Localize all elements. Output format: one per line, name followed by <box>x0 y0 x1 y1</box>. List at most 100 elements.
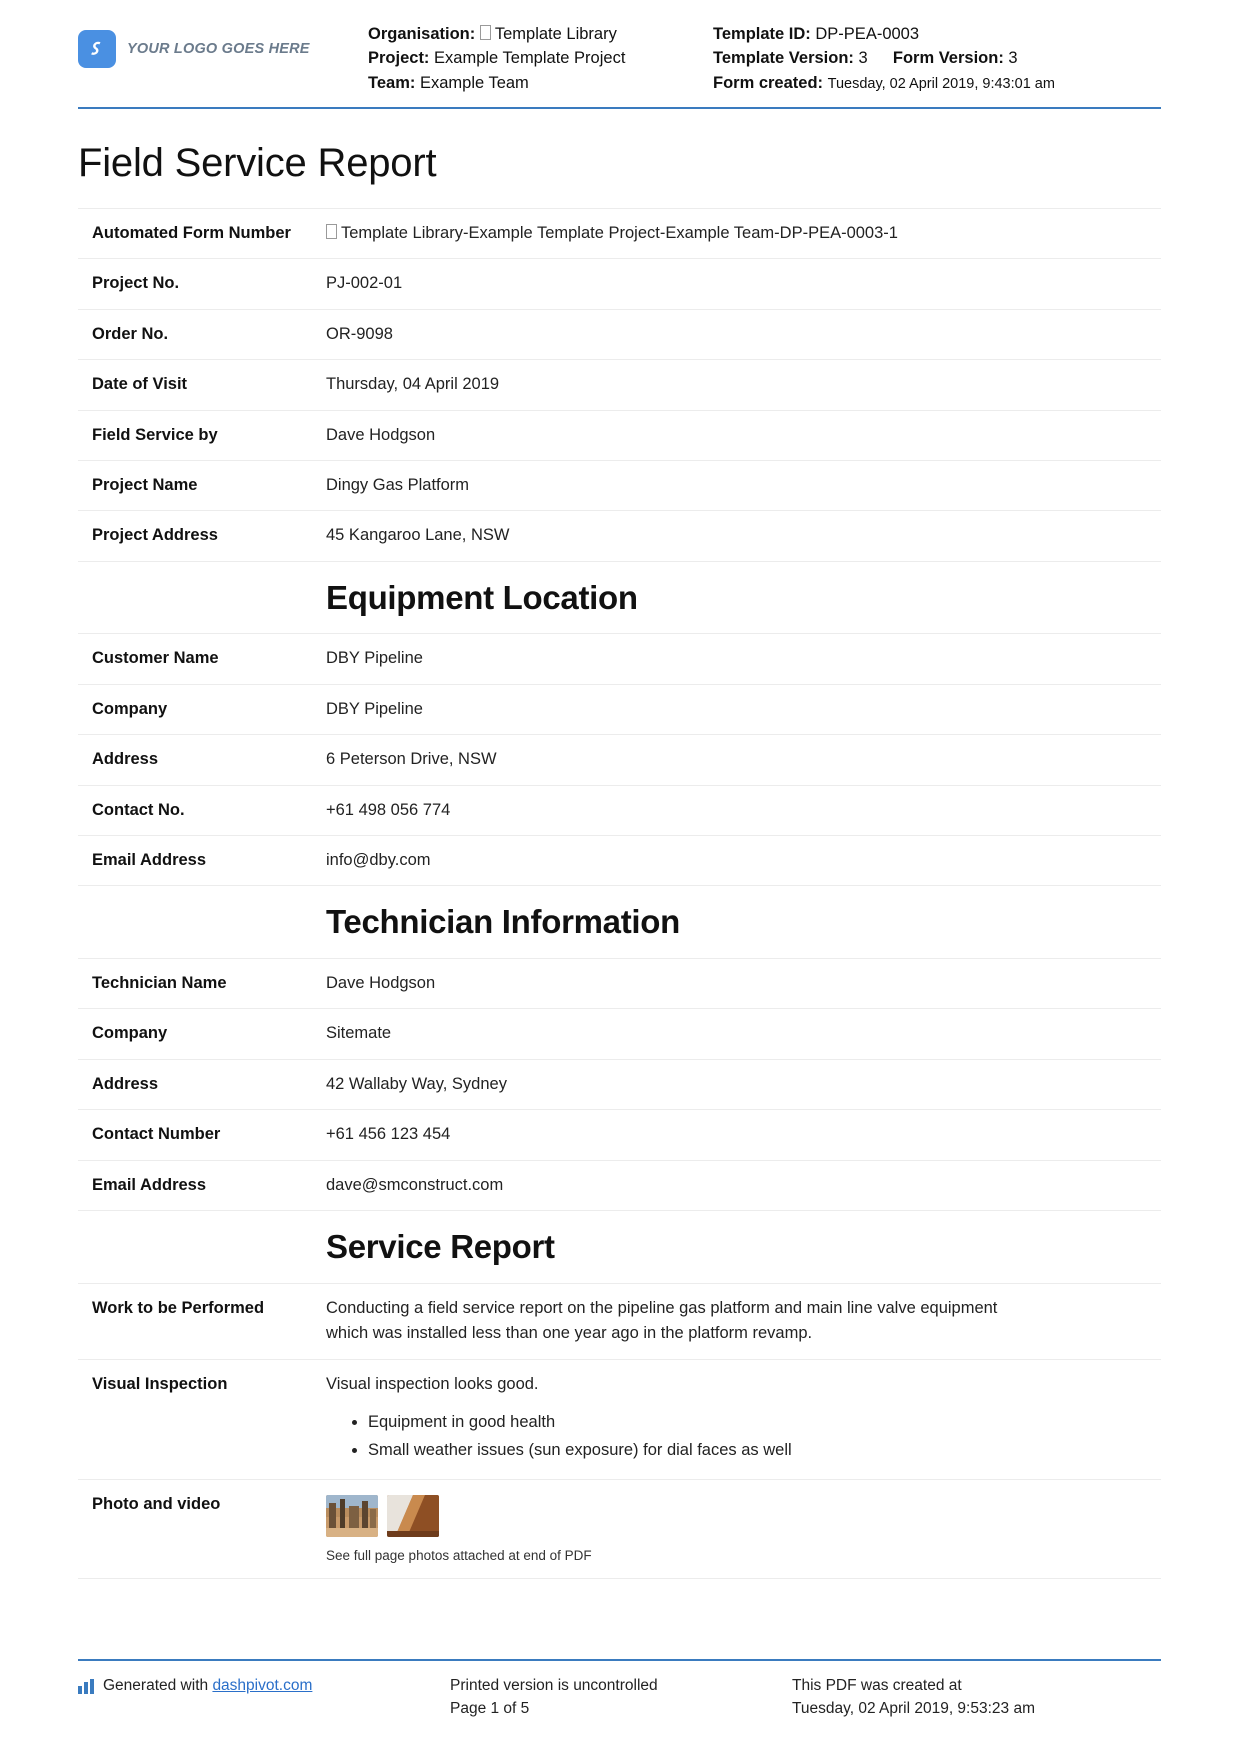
header-divider <box>78 106 1161 109</box>
document-header: YOUR LOGO GOES HERE Organisation: Templa… <box>78 0 1161 107</box>
work-line-2: which was installed less than one year a… <box>326 1324 813 1343</box>
form-created-value: Tuesday, 02 April 2019, 9:43:01 am <box>827 75 1055 92</box>
footer-generated-prefix: Generated with <box>103 1677 209 1695</box>
form-version-value: 3 <box>1008 49 1018 68</box>
row-label: Date of Visit <box>92 375 188 394</box>
list-item: Small weather issues (sun exposure) for … <box>368 1438 1161 1463</box>
row-label: Project No. <box>92 274 180 293</box>
table-row-photo-and-video: Photo and video See full page photos att… <box>78 1478 1161 1578</box>
section-heading-text: Technician Information <box>326 903 680 941</box>
row-label: Project Address <box>92 526 218 545</box>
row-value: 45 Kangaroo Lane, NSW <box>326 526 510 545</box>
footer-uncontrolled-text: Printed version is uncontrolled <box>450 1677 658 1695</box>
table-row: Address 6 Peterson Drive, NSW <box>78 734 1161 784</box>
row-value: Dave Hodgson <box>326 425 436 444</box>
table-row: Contact Number +61 456 123 454 <box>78 1109 1161 1159</box>
row-label: Project Name <box>92 475 198 494</box>
table-row: Date of Visit Thursday, 04 April 2019 <box>78 359 1161 409</box>
row-label: Customer Name <box>92 649 219 668</box>
dashpivot-link[interactable]: dashpivot.com <box>212 1675 312 1697</box>
logo-block: YOUR LOGO GOES HERE <box>78 22 368 68</box>
site-photo-pipe[interactable] <box>387 1494 439 1537</box>
missing-glyph-icon <box>479 25 491 40</box>
footer-generated-with: Generated with dashpivot.com <box>78 1675 450 1697</box>
table-row: Contact No. +61 498 056 774 <box>78 784 1161 835</box>
general-section: Automated Form Number Template Library-E… <box>78 207 1161 1579</box>
table-row-work-to-be-performed: Work to be Performed Conducting a field … <box>78 1282 1161 1359</box>
header-organisation: Organisation: Template Library <box>368 22 713 46</box>
document-footer: Generated with dashpivot.com Printed ver… <box>78 1659 1161 1720</box>
row-value: Dingy Gas Platform <box>326 475 470 494</box>
company-logo-icon <box>78 30 116 68</box>
table-row-visual-inspection: Visual Inspection Visual inspection look… <box>78 1358 1161 1479</box>
section-heading-equipment-location: Equipment Location <box>78 560 1161 634</box>
section-heading-text: Equipment Location <box>326 578 638 616</box>
row-label: Address <box>92 1074 159 1093</box>
table-row: Project No. PJ-002-01 <box>78 258 1161 308</box>
table-bottom-divider <box>78 1577 1161 1579</box>
row-value: 42 Wallaby Way, Sydney <box>326 1074 507 1093</box>
header-template-id: Template ID: DP-PEA-0003 <box>713 22 1161 46</box>
template-id-value: DP-PEA-0003 <box>815 25 920 43</box>
list-item: Equipment in good health <box>368 1410 1161 1435</box>
row-label: Email Address <box>92 851 207 870</box>
footer-page-number: Page 1 of 5 <box>450 1699 530 1717</box>
table-row: Project Address 45 Kangaroo Lane, NSW <box>78 510 1161 560</box>
row-value: +61 498 056 774 <box>326 800 451 819</box>
table-row: Company Sitemate <box>78 1008 1161 1058</box>
section-heading-service-report: Service Report <box>78 1210 1161 1283</box>
site-photo-equipment[interactable] <box>326 1494 378 1537</box>
bar-chart-icon <box>78 1678 94 1694</box>
header-versions: Template Version: 3 Form Version: 3 <box>713 46 1161 70</box>
row-value-text: Template Library-Example Template Projec… <box>341 223 898 242</box>
header-meta-left: Organisation: Template Library Project: … <box>368 22 713 95</box>
row-value: Sitemate <box>326 1024 392 1043</box>
photo-thumbnail-strip <box>326 1494 1161 1537</box>
table-row: Technician Name Dave Hodgson <box>78 958 1161 1008</box>
section-heading-spacer <box>78 902 326 942</box>
row-label: Company <box>92 1024 168 1043</box>
row-label: Email Address <box>92 1175 207 1194</box>
header-project: Project: Example Template Project <box>368 46 713 70</box>
table-row: Customer Name DBY Pipeline <box>78 633 1161 683</box>
logo-text: YOUR LOGO GOES HERE <box>127 41 310 57</box>
row-label: Visual Inspection <box>92 1374 228 1393</box>
row-label: Work to be Performed <box>92 1298 265 1317</box>
row-value: Visual inspection looks good. Equipment … <box>326 1373 1161 1466</box>
team-label: Team: <box>368 73 416 92</box>
row-label: Address <box>92 750 159 769</box>
row-label: Automated Form Number <box>92 223 291 242</box>
organisation-value: Template Library <box>494 25 617 43</box>
header-form-created: Form created: Tuesday, 02 April 2019, 9:… <box>713 71 1161 95</box>
template-id-label: Template ID: <box>713 25 811 43</box>
table-row: Automated Form Number Template Library-E… <box>78 207 1161 258</box>
form-created-label: Form created: <box>713 73 824 92</box>
row-value: info@dby.com <box>326 851 431 870</box>
table-row: Field Service by Dave Hodgson <box>78 409 1161 460</box>
section-heading-spacer <box>78 578 326 618</box>
project-label: Project: <box>368 49 430 68</box>
footer-print-status: Printed version is uncontrolled Page 1 o… <box>450 1675 792 1720</box>
footer-created-at: This PDF was created at Tuesday, 02 Apri… <box>792 1675 1161 1720</box>
table-row: Project Name Dingy Gas Platform <box>78 459 1161 510</box>
project-value: Example Template Project <box>434 49 626 68</box>
visual-inspection-intro: Visual inspection looks good. <box>326 1374 539 1393</box>
document-page: YOUR LOGO GOES HERE Organisation: Templa… <box>0 0 1239 1754</box>
table-row: Address 42 Wallaby Way, Sydney <box>78 1058 1161 1109</box>
header-meta-right: Template ID: DP-PEA-0003 Template Versio… <box>713 22 1161 95</box>
footer-created-label: This PDF was created at <box>792 1677 962 1695</box>
page-title: Field Service Report <box>78 140 437 185</box>
section-heading-text: Service Report <box>326 1228 555 1266</box>
row-value: DBY Pipeline <box>326 649 423 668</box>
template-version-label: Template Version: <box>713 49 854 68</box>
row-label: Contact Number <box>92 1125 221 1144</box>
row-label: Company <box>92 699 168 718</box>
row-value: Dave Hodgson <box>326 974 436 993</box>
team-value: Example Team <box>419 73 529 92</box>
row-label: Order No. <box>92 324 169 343</box>
work-line-1: Conducting a field service report on the… <box>326 1298 998 1317</box>
footer-created-timestamp: Tuesday, 02 April 2019, 9:53:23 am <box>792 1699 1035 1717</box>
row-value: +61 456 123 454 <box>326 1125 451 1144</box>
row-value: Template Library-Example Template Projec… <box>326 222 1161 245</box>
header-team: Team: Example Team <box>368 71 713 95</box>
